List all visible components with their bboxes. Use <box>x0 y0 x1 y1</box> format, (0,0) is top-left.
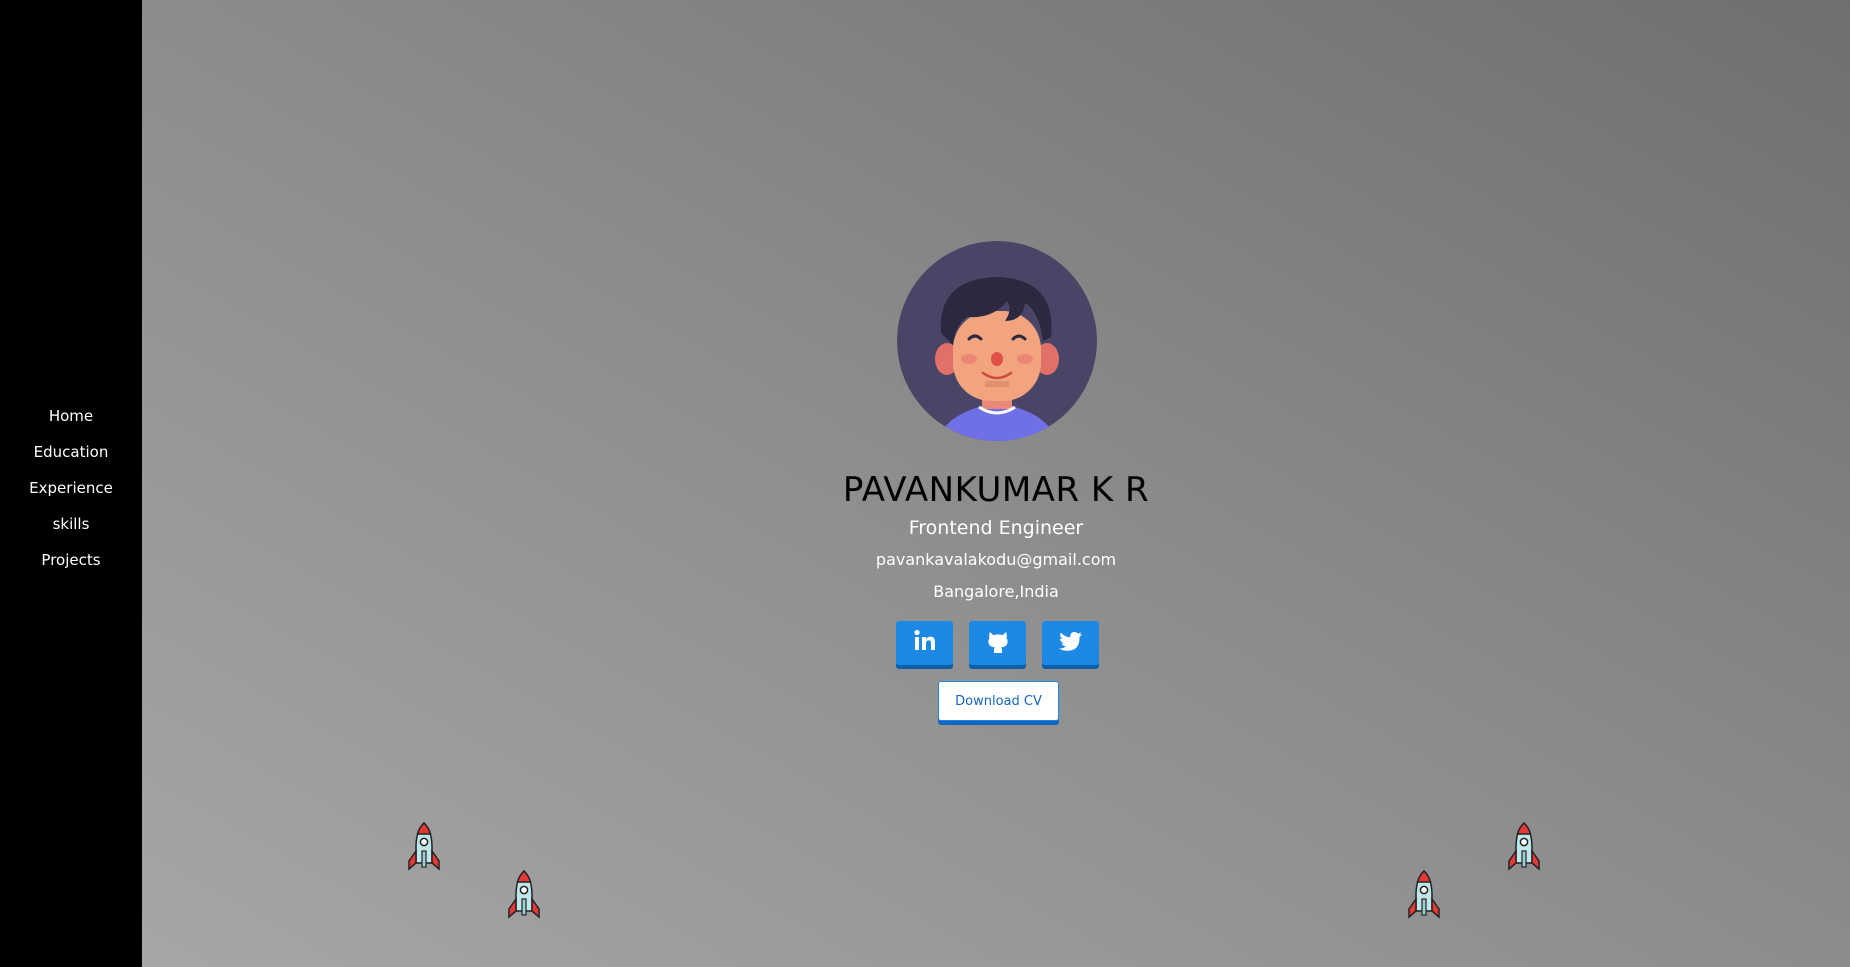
sidebar-item-projects[interactable]: Projects <box>41 542 100 578</box>
avatar <box>897 241 1097 441</box>
rocket-icon <box>504 869 544 921</box>
twitter-button[interactable] <box>1042 621 1099 665</box>
rocket-icon <box>1404 869 1444 921</box>
profile-email: pavankavalakodu@gmail.com <box>875 550 1117 569</box>
profile-section: PAVANKUMAR K R Frontend Engineer pavanka… <box>142 0 1850 967</box>
twitter-icon <box>1058 628 1084 658</box>
rocket-icon <box>404 821 444 873</box>
rocket-icon <box>1504 821 1544 873</box>
sidebar-item-home[interactable]: Home <box>49 398 93 434</box>
sidebar-nav: Home Education Experience skills Project… <box>0 398 142 578</box>
page: Home Education Experience skills Project… <box>0 0 1850 967</box>
linkedin-icon <box>912 628 938 658</box>
github-button[interactable] <box>969 621 1026 665</box>
profile-name: PAVANKUMAR K R <box>842 470 1150 510</box>
linkedin-button[interactable] <box>896 621 953 665</box>
main-content: PAVANKUMAR K R Frontend Engineer pavanka… <box>142 0 1850 967</box>
profile-location: Bangalore,India <box>933 582 1059 601</box>
sidebar-item-experience[interactable]: Experience <box>29 470 113 506</box>
sidebar-item-education[interactable]: Education <box>34 434 109 470</box>
download-cv-button[interactable]: Download CV <box>938 681 1059 721</box>
github-icon <box>985 628 1011 658</box>
profile-role: Frontend Engineer <box>908 517 1084 539</box>
sidebar-item-skills[interactable]: skills <box>53 506 90 542</box>
sidebar: Home Education Experience skills Project… <box>0 0 142 967</box>
